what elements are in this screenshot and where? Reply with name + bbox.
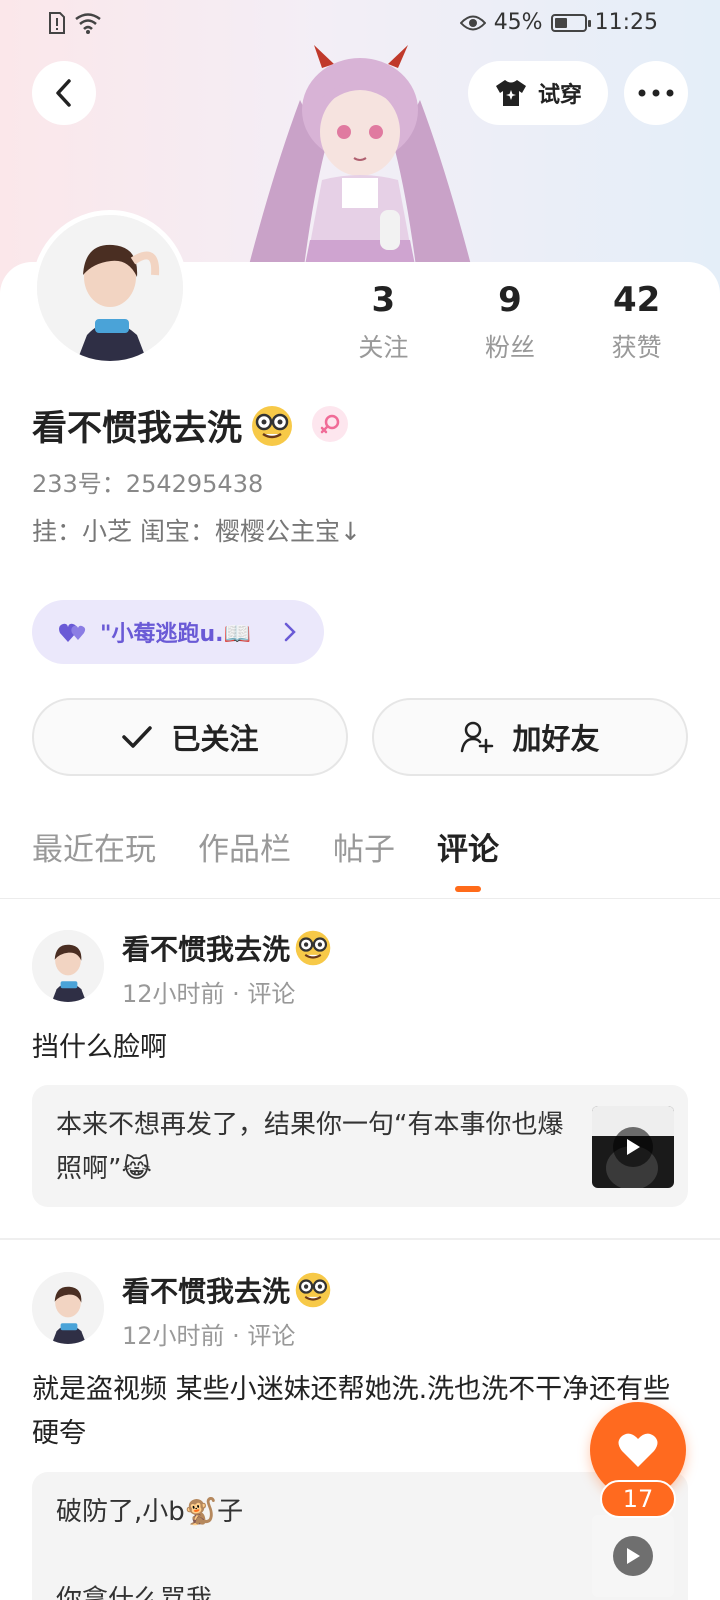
quoted-post-text: 本来不想再发了，结果你一句“有本事你也爆照啊”😹 [56, 1110, 564, 1184]
stat-label: 粉丝 [485, 333, 536, 362]
chevron-right-icon [284, 622, 296, 642]
active-tab-indicator [455, 886, 481, 892]
eye-icon [459, 15, 486, 30]
post-divider [0, 1238, 720, 1240]
tshirt-icon [495, 80, 526, 106]
fan-club-label: "小莓逃跑u.📖 [100, 622, 251, 647]
tab-posts[interactable]: 帖子 [333, 828, 395, 872]
try-on-label: 试穿 [537, 83, 582, 108]
stat-label: 关注 [358, 333, 409, 362]
tabs-divider [0, 898, 720, 899]
battery-percent: 45% [493, 10, 543, 35]
profile-bio: 挂：小芝 闺宝：樱樱公主宝↓ [32, 517, 361, 546]
battery-fill [554, 17, 568, 28]
double-heart-icon [59, 623, 86, 642]
stat-following[interactable]: 3 关注 [320, 278, 447, 364]
stat-label: 获赞 [611, 333, 662, 362]
tab-comments-label: 评论 [437, 832, 499, 868]
quoted-post-line: 你拿什么骂我 [56, 1585, 213, 1600]
stat-value: 3 [371, 280, 396, 320]
post-author-name[interactable]: 看不惯我去洗 [122, 1270, 332, 1310]
battery-icon [550, 13, 591, 32]
profile-tabs: 最近在玩 作品栏 帖子 评论 [32, 828, 499, 892]
quoted-video-thumbnail[interactable] [592, 1106, 674, 1188]
profile-avatar[interactable] [32, 210, 188, 366]
quoted-post-line: 破防了,小b🐒子 [56, 1497, 244, 1527]
add-friend-label: 加好友 [512, 722, 600, 756]
play-icon [613, 1127, 653, 1167]
nerd-face-emoji-icon [295, 1272, 331, 1308]
post-meta: 12小时前 · 评论 [122, 1322, 296, 1350]
wifi-icon [75, 13, 101, 34]
status-left [48, 12, 102, 34]
author-name-text: 看不惯我去洗 [122, 933, 291, 966]
chevron-left-icon [56, 79, 71, 107]
gender-female-badge [312, 406, 348, 442]
tab-comments[interactable]: 评论 [437, 828, 499, 892]
more-dots-icon [638, 89, 674, 97]
nickname-text: 看不惯我去洗 [32, 409, 243, 449]
quoted-post[interactable]: 破防了,小b🐒子 你拿什么骂我 [32, 1472, 688, 1600]
post-meta: 12小时前 · 评论 [122, 980, 296, 1008]
avatar-image [32, 1272, 104, 1344]
play-icon [613, 1536, 653, 1576]
heart-icon [618, 1433, 658, 1467]
nerd-face-emoji-icon [252, 405, 293, 446]
post-text[interactable]: 挡什么脸啊 [32, 1026, 692, 1070]
more-button[interactable] [624, 61, 688, 125]
quoted-post[interactable]: 本来不想再发了，结果你一句“有本事你也爆照啊”😹 [32, 1085, 688, 1207]
avatar-image [37, 215, 183, 361]
status-right: 45% 11:25 [459, 10, 658, 35]
following-button[interactable]: 已关注 [32, 698, 348, 776]
fan-club-link[interactable]: "小莓逃跑u.📖 [32, 600, 324, 664]
profile-uid: 233号：254295438 [32, 470, 264, 498]
avatar-image [32, 930, 104, 1002]
stat-value: 42 [613, 280, 661, 320]
stat-fans[interactable]: 9 粉丝 [447, 278, 574, 364]
add-user-icon [461, 721, 494, 753]
like-count-badge: 17 [600, 1480, 676, 1518]
clock: 11:25 [594, 10, 658, 35]
try-on-button[interactable]: 试穿 [468, 61, 608, 125]
stat-value: 9 [498, 280, 522, 320]
profile-stats: 3 关注 9 粉丝 42 获赞 [320, 278, 700, 364]
nerd-face-emoji-icon [295, 930, 331, 966]
profile-nickname: 看不惯我去洗 [32, 400, 294, 451]
quoted-video-thumbnail[interactable] [592, 1515, 674, 1597]
stat-likes[interactable]: 42 获赞 [573, 278, 700, 364]
check-icon [122, 726, 153, 748]
back-button[interactable] [32, 61, 96, 125]
add-friend-button[interactable]: 加好友 [372, 698, 688, 776]
author-name-text: 看不惯我去洗 [122, 1275, 291, 1308]
sim-alert-icon [49, 12, 65, 34]
tab-works[interactable]: 作品栏 [198, 828, 291, 872]
female-icon [320, 414, 340, 434]
tab-recently-played[interactable]: 最近在玩 [32, 828, 156, 872]
post-author-name[interactable]: 看不惯我去洗 [122, 928, 332, 968]
post-author-avatar[interactable] [32, 930, 104, 1002]
post-author-avatar[interactable] [32, 1272, 104, 1344]
following-label: 已关注 [171, 722, 259, 756]
character-illustration [240, 45, 480, 300]
